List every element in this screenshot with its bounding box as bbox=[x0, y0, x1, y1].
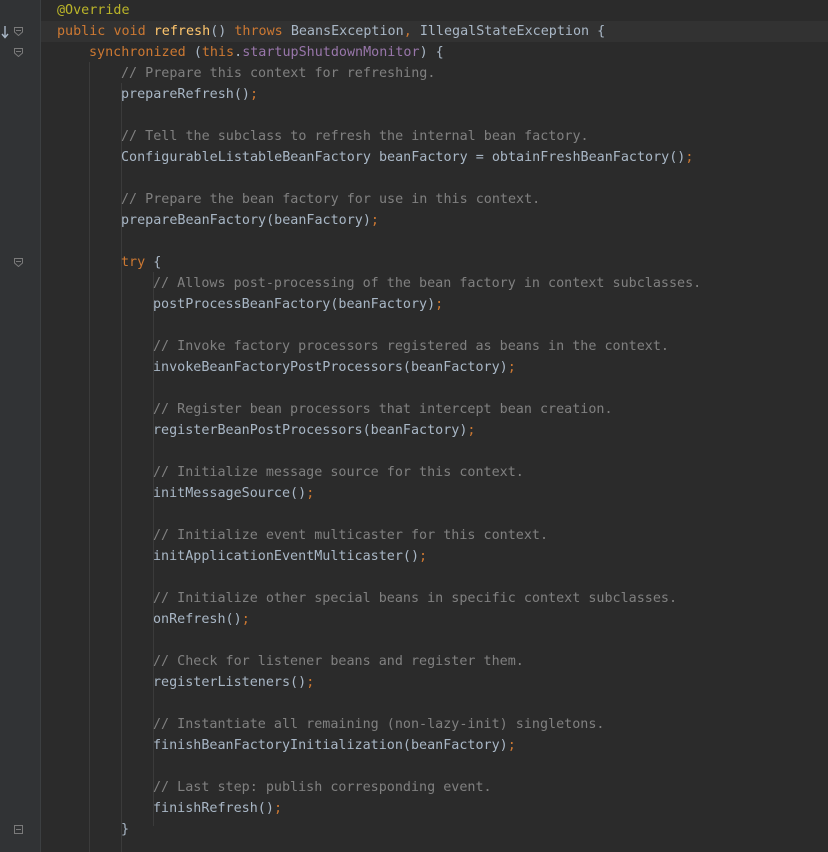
code-line[interactable]: // Initialize other special beans in spe… bbox=[153, 588, 677, 609]
code-token: ; bbox=[685, 150, 694, 165]
code-line[interactable]: // Prepare the bean factory for use in t… bbox=[121, 189, 540, 210]
code-token: this bbox=[201, 45, 235, 60]
code-token: invokeBeanFactoryPostProcessors(beanFact… bbox=[153, 360, 508, 375]
code-token: startupShutdownMonitor bbox=[242, 45, 420, 60]
code-token: public bbox=[57, 24, 114, 39]
code-token: ; bbox=[306, 486, 315, 501]
code-token: , bbox=[403, 24, 420, 39]
code-token: // Allows post-processing of the bean fa… bbox=[153, 276, 702, 291]
code-line[interactable]: prepareRefresh(); bbox=[121, 84, 258, 105]
code-line[interactable]: registerBeanPostProcessors(beanFactory); bbox=[153, 420, 475, 441]
code-token: // Last step: publish corresponding even… bbox=[153, 780, 492, 795]
code-token: BeansException bbox=[290, 24, 404, 39]
code-token: registerListeners() bbox=[153, 675, 307, 690]
code-token: void bbox=[113, 24, 154, 39]
code-line[interactable]: registerListeners(); bbox=[153, 672, 314, 693]
code-token: postProcessBeanFactory(beanFactory) bbox=[153, 297, 436, 312]
code-token: ; bbox=[241, 612, 250, 627]
code-token: initApplicationEventMulticaster() bbox=[153, 549, 420, 564]
code-line[interactable]: // Last step: publish corresponding even… bbox=[153, 777, 492, 798]
code-token: ; bbox=[435, 297, 444, 312]
code-editor[interactable]: @Override public void refresh() throws Be… bbox=[0, 0, 828, 852]
code-token: () bbox=[210, 24, 235, 39]
code-token: // Instantiate all remaining (non-lazy-i… bbox=[153, 717, 605, 732]
code-line[interactable]: } bbox=[121, 819, 129, 840]
code-token: { bbox=[153, 255, 162, 270]
fold-start-icon[interactable] bbox=[14, 258, 23, 267]
indent-guide bbox=[89, 62, 90, 852]
code-token: IllegalStateException { bbox=[419, 24, 606, 39]
code-line[interactable]: // Instantiate all remaining (non-lazy-i… bbox=[153, 714, 604, 735]
code-token: onRefresh() bbox=[153, 612, 242, 627]
code-token: ; bbox=[273, 801, 282, 816]
code-line[interactable]: // Initialize event multicaster for this… bbox=[153, 525, 548, 546]
code-token: initMessageSource() bbox=[153, 486, 307, 501]
code-line[interactable]: finishBeanFactoryInitialization(beanFact… bbox=[153, 735, 516, 756]
fold-end-icon[interactable] bbox=[14, 825, 23, 834]
code-line[interactable]: synchronized (this.startupShutdownMonito… bbox=[89, 42, 444, 63]
code-line[interactable]: // Initialize message source for this co… bbox=[153, 462, 524, 483]
code-token: prepareBeanFactory(beanFactory) bbox=[121, 213, 371, 228]
code-token: ; bbox=[306, 675, 315, 690]
code-token: . bbox=[234, 45, 243, 60]
code-line[interactable]: try { bbox=[121, 252, 161, 273]
code-token: finishBeanFactoryInitialization(beanFact… bbox=[153, 738, 508, 753]
code-token: } bbox=[121, 822, 130, 837]
code-token: ; bbox=[507, 360, 516, 375]
code-token: refresh bbox=[153, 24, 211, 39]
code-token: // Tell the subclass to refresh the inte… bbox=[121, 129, 589, 144]
code-token: // Prepare the bean factory for use in t… bbox=[121, 192, 541, 207]
code-token: ( bbox=[193, 45, 202, 60]
code-line[interactable]: @Override bbox=[57, 0, 130, 21]
code-line[interactable]: initApplicationEventMulticaster(); bbox=[153, 546, 427, 567]
code-line[interactable]: // Register bean processors that interce… bbox=[153, 399, 613, 420]
code-token: // Initialize message source for this co… bbox=[153, 465, 524, 480]
code-token: try bbox=[121, 255, 154, 270]
code-token: ; bbox=[419, 549, 428, 564]
code-token: synchronized bbox=[89, 45, 194, 60]
code-line[interactable]: invokeBeanFactoryPostProcessors(beanFact… bbox=[153, 357, 516, 378]
code-line[interactable]: // Check for listener beans and register… bbox=[153, 651, 524, 672]
code-token: ; bbox=[507, 738, 516, 753]
fold-start-icon[interactable] bbox=[14, 48, 23, 57]
code-line[interactable]: initMessageSource(); bbox=[153, 483, 314, 504]
code-token: // Check for listener beans and register… bbox=[153, 654, 524, 669]
code-token: ; bbox=[250, 87, 259, 102]
code-line[interactable]: // Prepare this context for refreshing. bbox=[121, 63, 435, 84]
code-line[interactable]: onRefresh(); bbox=[153, 609, 250, 630]
code-token: @Override bbox=[57, 3, 130, 18]
code-token: ; bbox=[467, 423, 476, 438]
code-line[interactable]: public void refresh() throws BeansExcept… bbox=[57, 21, 605, 42]
code-token: // Initialize event multicaster for this… bbox=[153, 528, 549, 543]
code-token: ) { bbox=[419, 45, 444, 60]
code-token: // Invoke factory processors registered … bbox=[153, 339, 669, 354]
code-token: // Initialize other special beans in spe… bbox=[153, 591, 678, 606]
code-token: ; bbox=[370, 213, 379, 228]
code-line[interactable]: finishRefresh(); bbox=[153, 798, 282, 819]
code-line[interactable]: // Invoke factory processors registered … bbox=[153, 336, 669, 357]
code-token: finishRefresh() bbox=[153, 801, 274, 816]
code-token: registerBeanPostProcessors(beanFactory) bbox=[153, 423, 468, 438]
code-line[interactable]: prepareBeanFactory(beanFactory); bbox=[121, 210, 379, 231]
code-token: prepareRefresh() bbox=[121, 87, 250, 102]
code-token: ConfigurableListableBeanFactory beanFact… bbox=[121, 150, 686, 165]
editor-gutter[interactable] bbox=[0, 0, 41, 852]
code-line[interactable]: // Allows post-processing of the bean fa… bbox=[153, 273, 701, 294]
fold-start-icon[interactable] bbox=[14, 27, 23, 36]
code-token: // Register bean processors that interce… bbox=[153, 402, 613, 417]
implements-method-icon[interactable] bbox=[0, 24, 10, 39]
code-line[interactable]: ConfigurableListableBeanFactory beanFact… bbox=[121, 147, 693, 168]
code-token: // Prepare this context for refreshing. bbox=[121, 66, 436, 81]
code-line[interactable]: // Tell the subclass to refresh the inte… bbox=[121, 126, 589, 147]
code-line[interactable]: postProcessBeanFactory(beanFactory); bbox=[153, 294, 443, 315]
code-token: throws bbox=[234, 24, 291, 39]
